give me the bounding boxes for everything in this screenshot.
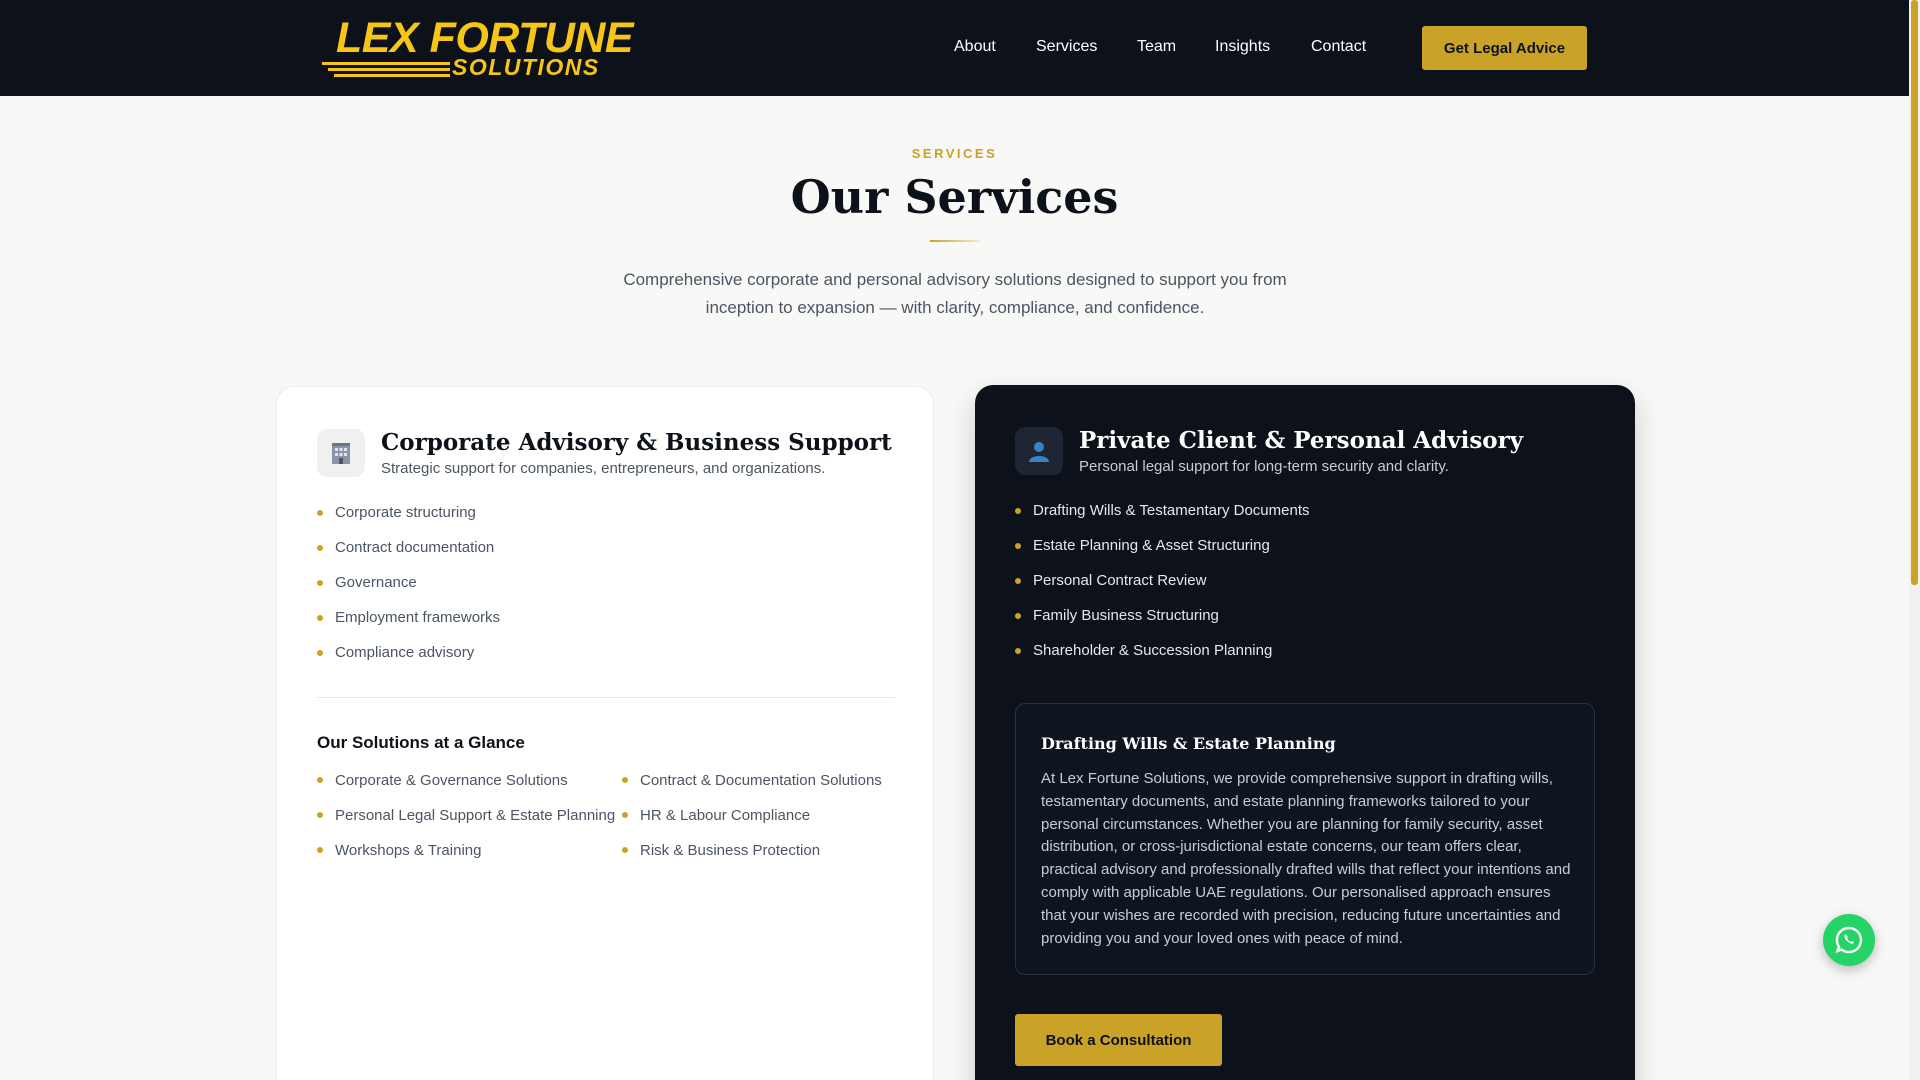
logo-wordmark-bottom: SOLUTIONS	[452, 54, 600, 80]
get-legal-advice-button[interactable]: Get Legal Advice	[1422, 26, 1587, 70]
list-item: Shareholder & Succession Planning	[1015, 641, 1309, 676]
list-item: Estate Planning & Asset Structuring	[1015, 536, 1309, 571]
corporate-service-list: Corporate structuring Contract documenta…	[317, 503, 500, 678]
list-item: Contract & Documentation Solutions	[622, 769, 897, 792]
private-card-subtitle: Personal legal support for long-term sec…	[1079, 458, 1449, 475]
list-item: Governance	[317, 573, 500, 608]
card-divider	[317, 697, 895, 698]
title-underline	[930, 240, 980, 242]
building-icon	[317, 429, 365, 477]
whatsapp-icon	[1835, 926, 1863, 954]
list-item: Contract documentation	[317, 538, 500, 573]
list-item: Drafting Wills & Testamentary Documents	[1015, 501, 1309, 536]
corporate-card-subtitle: Strategic support for companies, entrepr…	[381, 460, 826, 477]
list-item: Personal Legal Support & Estate Planning	[317, 804, 622, 827]
list-item: Employment frameworks	[317, 608, 500, 643]
nav-about[interactable]: About	[954, 38, 996, 56]
corporate-card-title: Corporate Advisory & Business Support	[381, 429, 892, 456]
list-item: Personal Contract Review	[1015, 571, 1309, 606]
nav-contact[interactable]: Contact	[1311, 38, 1366, 56]
section-intro: Comprehensive corporate and personal adv…	[623, 270, 1287, 317]
list-item: HR & Labour Compliance	[622, 804, 897, 827]
nav-insights[interactable]: Insights	[1215, 38, 1270, 56]
list-item: Family Business Structuring	[1015, 606, 1309, 641]
detail-title: Drafting Wills & Estate Planning	[1041, 734, 1336, 753]
solutions-grid: Corporate & Governance Solutions Contrac…	[317, 769, 897, 862]
glance-heading: Our Solutions at a Glance	[317, 733, 525, 752]
private-client-card: Private Client & Personal Advisory Perso…	[975, 385, 1635, 1080]
corporate-advisory-card: Corporate Advisory & Business Support St…	[276, 386, 934, 1080]
person-icon	[1015, 427, 1063, 475]
page-title: Our Services	[790, 170, 1119, 224]
list-item: Workshops & Training	[317, 839, 622, 862]
list-item: Corporate structuring	[317, 503, 500, 538]
nav-services[interactable]: Services	[1036, 38, 1097, 56]
private-card-title: Private Client & Personal Advisory	[1079, 427, 1524, 454]
company-logo[interactable]: LEX FORTUNE SOLUTIONS	[318, 14, 634, 80]
book-consultation-button[interactable]: Book a Consultation	[1015, 1014, 1222, 1066]
detail-description: At Lex Fortune Solutions, we provide com…	[1041, 770, 1571, 947]
nav-team[interactable]: Team	[1137, 38, 1176, 56]
list-item: Corporate & Governance Solutions	[317, 769, 622, 792]
wills-detail-panel: Drafting Wills & Estate Planning At Lex …	[1015, 703, 1595, 975]
list-item: Risk & Business Protection	[622, 839, 897, 862]
page-scrollbar-thumb[interactable]	[1911, 0, 1918, 585]
section-eyebrow: SERVICES	[911, 146, 998, 161]
private-service-list: Drafting Wills & Testamentary Documents …	[1015, 501, 1309, 676]
logo-speed-stripes	[322, 62, 450, 77]
whatsapp-chat-button[interactable]	[1823, 914, 1875, 966]
top-navigation-bar: LEX FORTUNE SOLUTIONS About Services Tea…	[0, 0, 1909, 96]
list-item: Compliance advisory	[317, 643, 500, 678]
